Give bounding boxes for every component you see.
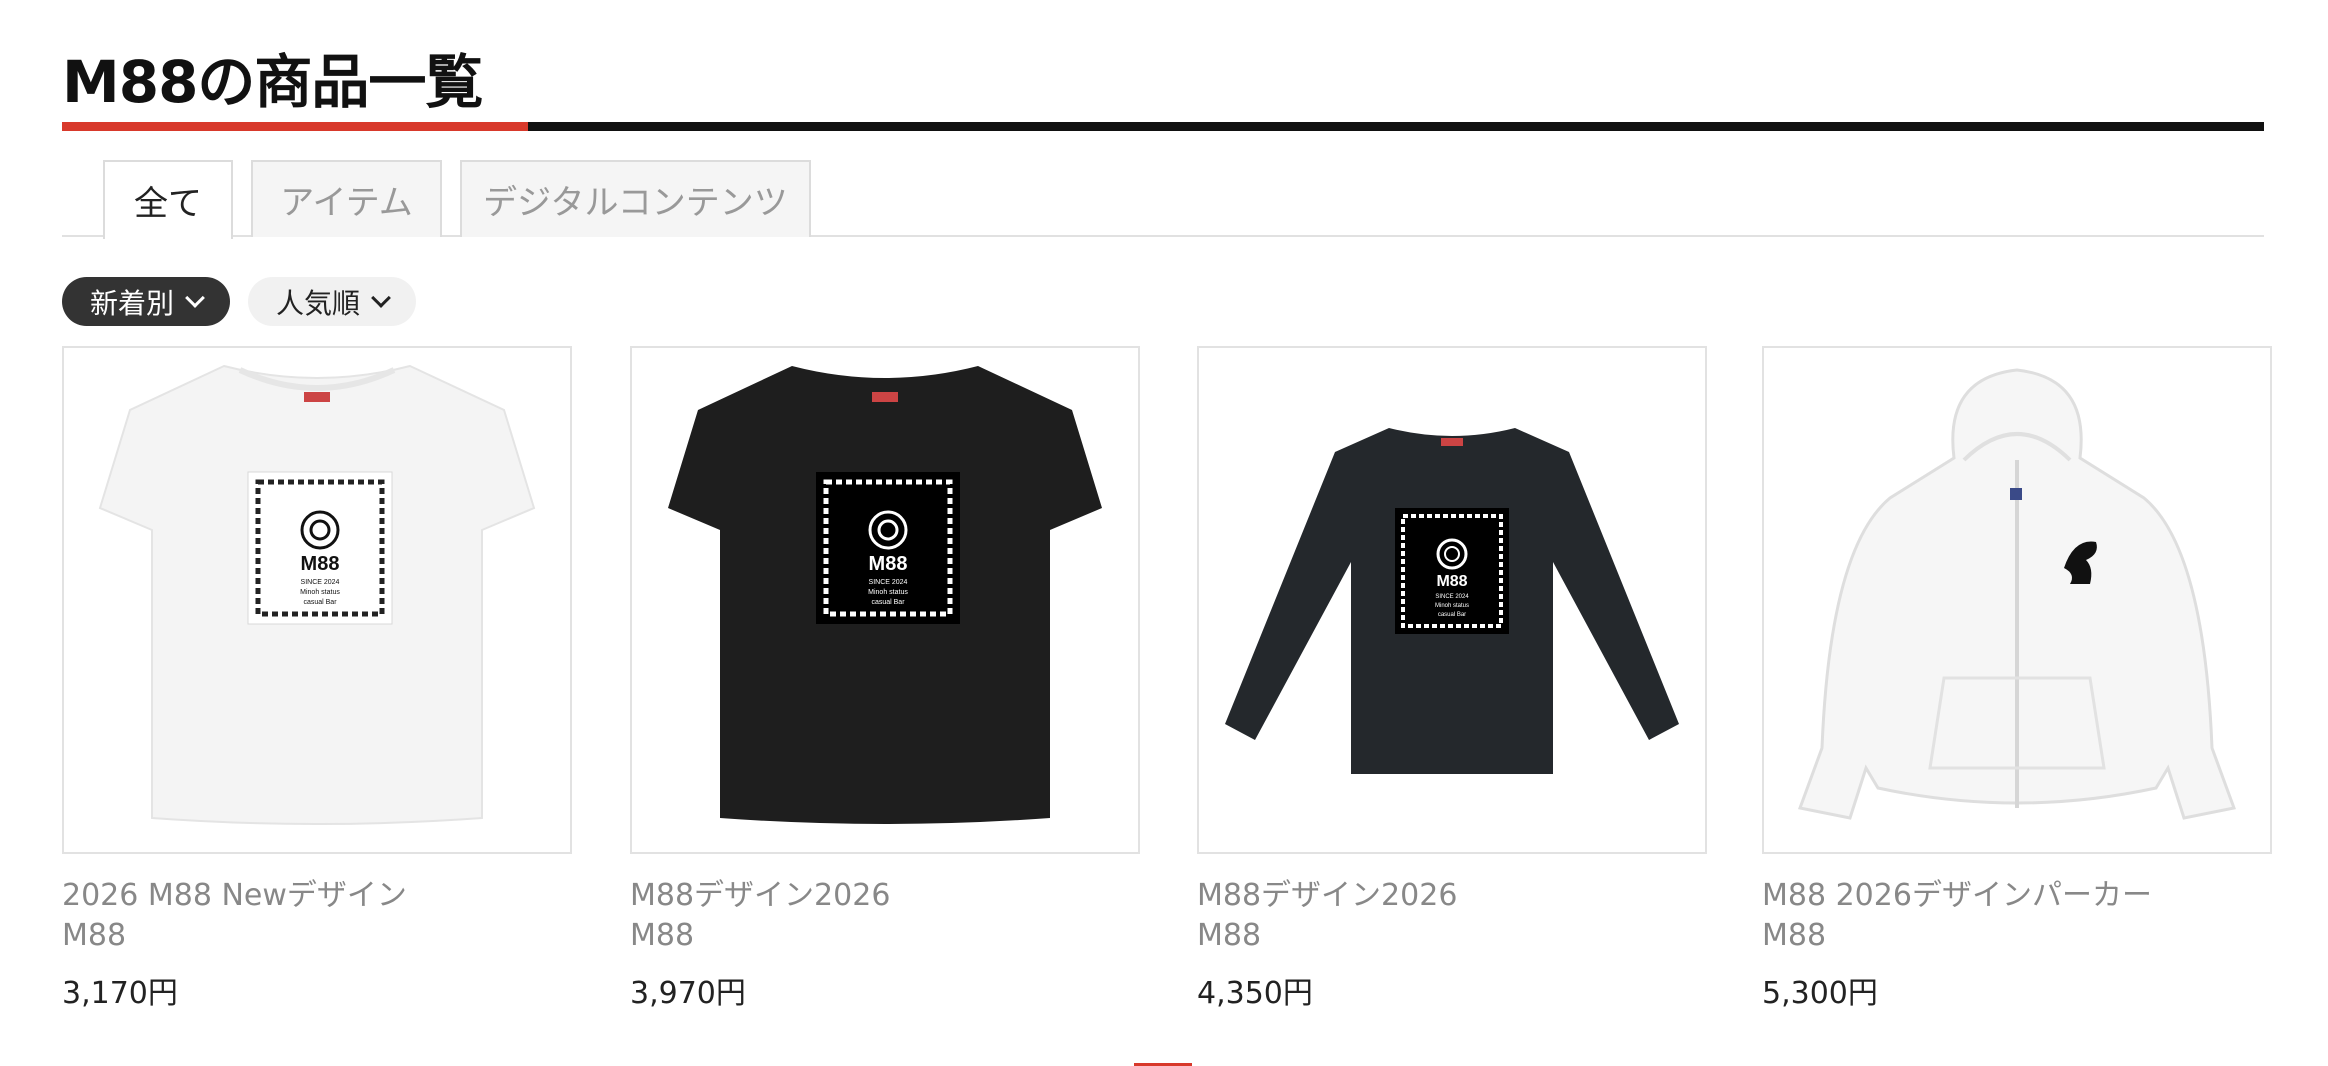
svg-text:Minoh status: Minoh status bbox=[868, 589, 908, 596]
sort-popular-button[interactable]: 人気順 bbox=[248, 277, 417, 326]
product-image[interactable]: M88 SINCE 2024 Minoh status casual Bar bbox=[630, 346, 1140, 854]
white-hoodie-image bbox=[1797, 368, 2237, 820]
svg-text:Minoh status: Minoh status bbox=[1435, 603, 1469, 609]
product-image[interactable] bbox=[1762, 346, 2272, 854]
svg-text:SINCE 2024: SINCE 2024 bbox=[1435, 594, 1469, 600]
product-image[interactable]: M88 SINCE 2024 Minoh status casual Bar bbox=[62, 346, 572, 854]
svg-text:M88: M88 bbox=[869, 553, 908, 575]
svg-text:casual Bar: casual Bar bbox=[303, 599, 337, 606]
product-shop[interactable]: M88 bbox=[1762, 916, 2272, 956]
sort-popular-label: 人気順 bbox=[276, 286, 361, 320]
chevron-down-icon bbox=[185, 287, 205, 308]
svg-text:SINCE 2024: SINCE 2024 bbox=[301, 579, 340, 586]
product-price: 5,300円 bbox=[1762, 976, 1878, 1011]
tab-digital-content[interactable]: デジタルコンテンツ bbox=[460, 160, 811, 237]
tab-all[interactable]: 全て bbox=[103, 160, 233, 239]
svg-text:casual Bar: casual Bar bbox=[871, 599, 905, 606]
product-shop[interactable]: M88 bbox=[630, 916, 1140, 956]
sort-newest-label: 新着別 bbox=[90, 286, 175, 320]
svg-text:M88: M88 bbox=[301, 553, 340, 575]
product-card[interactable]: M88 2026デザインパーカー M88 5,300円 bbox=[1762, 346, 2272, 1014]
product-shop[interactable]: M88 bbox=[62, 916, 572, 956]
white-tshirt-image: M88 SINCE 2024 Minoh status casual Bar bbox=[98, 364, 536, 825]
product-card[interactable]: M88 SINCE 2024 Minoh status casual Bar M… bbox=[630, 346, 1140, 1014]
category-tabs: 全て アイテム デジタルコンテンツ bbox=[62, 160, 2264, 239]
svg-text:SINCE 2024: SINCE 2024 bbox=[869, 579, 908, 586]
black-tshirt-image: M88 SINCE 2024 Minoh status casual Bar bbox=[668, 366, 1102, 824]
title-underline bbox=[62, 122, 2264, 131]
svg-text:Minoh status: Minoh status bbox=[300, 589, 340, 596]
black-longsleeve-image: M88 SINCE 2024 Minoh status casual Bar bbox=[1225, 428, 1679, 774]
page-title: M88の商品一覧 bbox=[62, 48, 483, 116]
product-name[interactable]: M88デザイン2026 bbox=[1197, 876, 1707, 916]
product-card[interactable]: M88 SINCE 2024 Minoh status casual Bar M… bbox=[1197, 346, 1707, 1014]
product-name[interactable]: M88 2026デザインパーカー bbox=[1762, 876, 2272, 916]
product-price: 4,350円 bbox=[1197, 976, 1313, 1011]
svg-text:M88: M88 bbox=[1436, 573, 1467, 590]
product-shop[interactable]: M88 bbox=[1197, 916, 1707, 956]
tab-items[interactable]: アイテム bbox=[251, 160, 442, 237]
sort-newest-button[interactable]: 新着別 bbox=[62, 277, 231, 326]
product-image[interactable]: M88 SINCE 2024 Minoh status casual Bar bbox=[1197, 346, 1707, 854]
product-name[interactable]: M88デザイン2026 bbox=[630, 876, 1140, 916]
chevron-down-icon bbox=[371, 287, 391, 308]
product-name[interactable]: 2026 M88 Newデザイン bbox=[62, 876, 572, 916]
title-underline-accent bbox=[62, 122, 528, 131]
product-price: 3,970円 bbox=[630, 976, 746, 1011]
svg-text:casual Bar: casual Bar bbox=[1438, 612, 1466, 618]
product-price: 3,170円 bbox=[62, 976, 178, 1011]
product-card[interactable]: M88 SINCE 2024 Minoh status casual Bar 2… bbox=[62, 346, 572, 1014]
